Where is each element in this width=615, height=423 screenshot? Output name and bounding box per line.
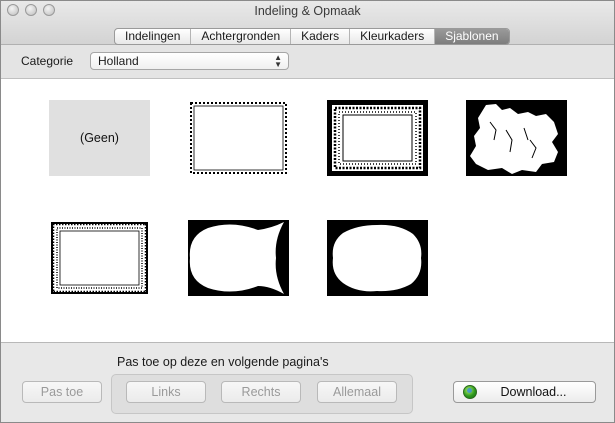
oval-shape-thumb: [327, 220, 428, 296]
download-label: Download...: [500, 385, 567, 399]
template-lace-frame-white[interactable]: [49, 220, 150, 296]
download-button[interactable]: Download...: [453, 381, 596, 403]
category-select[interactable]: Holland ▲ ▼: [90, 52, 289, 70]
title-bar: Indeling & Opmaak Indelingen Achtergrond…: [1, 1, 614, 45]
tab-achtergronden[interactable]: Achtergronden: [191, 29, 292, 44]
lace-frame-white-thumb: [49, 220, 150, 296]
bottom-bar: Pas toe op deze en volgende pagina's Pas…: [1, 343, 614, 422]
template-tulip-shape[interactable]: [188, 220, 289, 296]
window: Indeling & Opmaak Indelingen Achtergrond…: [0, 0, 615, 423]
template-lace-frame-on-black[interactable]: [327, 100, 428, 176]
template-holland-map[interactable]: [466, 100, 567, 176]
apply-pages-label: Pas toe op deze en volgende pagina's: [117, 355, 329, 369]
tab-kaders[interactable]: Kaders: [291, 29, 351, 44]
select-arrows-icon: ▲ ▼: [274, 53, 282, 69]
tab-indelingen[interactable]: Indelingen: [115, 29, 192, 44]
tulip-shape-thumb: [188, 220, 289, 296]
holland-map-thumb: [466, 100, 567, 176]
category-row: Categorie Holland ▲ ▼: [1, 45, 614, 79]
tab-bar: Indelingen Achtergronden Kaders Kleurkad…: [114, 28, 510, 45]
tab-sjablonen[interactable]: Sjablonen: [435, 29, 509, 44]
all-pages-button[interactable]: Allemaal: [317, 381, 397, 403]
lace-frame-on-black-thumb: [327, 100, 428, 176]
template-none-label: (Geen): [80, 131, 119, 145]
window-title: Indeling & Opmaak: [254, 4, 361, 18]
tab-kleurkaders[interactable]: Kleurkaders: [350, 29, 436, 44]
template-oval-shape[interactable]: [327, 220, 428, 296]
category-selected-value: Holland: [98, 54, 139, 68]
category-label: Categorie: [21, 54, 74, 68]
globe-download-icon: [463, 385, 477, 399]
template-zigzag-border[interactable]: [188, 100, 289, 176]
left-pages-button[interactable]: Links: [126, 381, 206, 403]
apply-button[interactable]: Pas toe: [22, 381, 102, 403]
zigzag-border-thumb: [188, 100, 289, 176]
right-pages-button[interactable]: Rechts: [221, 381, 301, 403]
template-none[interactable]: (Geen): [49, 100, 150, 176]
template-gallery: (Geen): [1, 79, 614, 343]
